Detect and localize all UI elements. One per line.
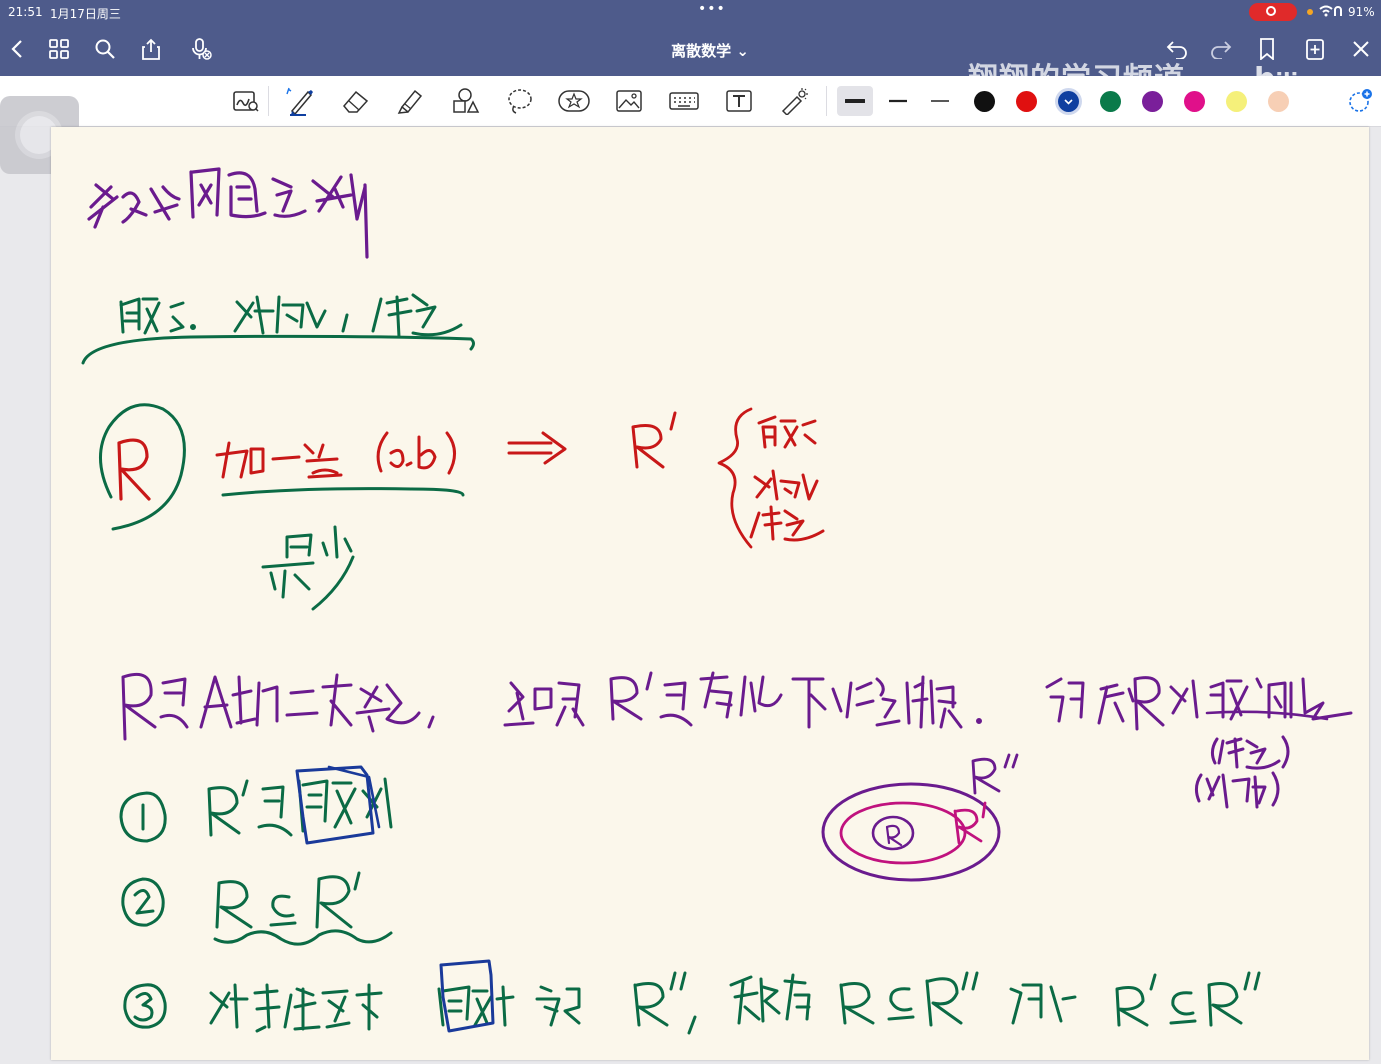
record-icon (1266, 6, 1276, 16)
sticker-icon (558, 90, 590, 112)
bookmark-button[interactable] (1250, 32, 1284, 66)
handwritten-heading-properties (81, 293, 475, 365)
shapes-tool[interactable] (447, 85, 483, 117)
highlighter-icon (397, 89, 423, 114)
redo-icon (1211, 41, 1232, 59)
status-date: 1月17日周三 (50, 7, 121, 21)
grid-view-button[interactable] (42, 32, 76, 66)
handwritten-closure-diagram (821, 753, 1019, 882)
search-button[interactable] (88, 32, 122, 66)
status-bar: 21:51 1月17日周三 ••• 91% (0, 0, 1381, 24)
grid-icon (49, 39, 69, 59)
handwritten-circled-r (99, 403, 186, 531)
color-swatch-yellow[interactable] (1226, 91, 1247, 112)
search-icon (95, 39, 115, 59)
add-color-button[interactable] (1342, 85, 1378, 117)
lasso-tool[interactable] (502, 85, 538, 117)
share-button[interactable] (134, 32, 168, 66)
keyboard-icon (669, 92, 699, 110)
handwritten-definition (121, 671, 1353, 809)
handwritten-title (87, 167, 369, 259)
eraser-icon (343, 90, 369, 113)
wifi-icon (1318, 4, 1346, 21)
handwritten-item-1 (119, 765, 393, 845)
battery-level: 91% (1348, 5, 1375, 19)
eraser-tool[interactable] (337, 85, 373, 117)
document-title[interactable]: 离散数学 ⌄ (620, 40, 800, 61)
back-button[interactable] (0, 32, 34, 66)
status-time: 21:51 (8, 5, 43, 19)
redo-button[interactable] (1204, 32, 1238, 66)
textbox-tool[interactable] (721, 85, 757, 117)
undo-icon (1166, 41, 1187, 59)
chevron-down-icon (1064, 99, 1073, 105)
highlighter-tool[interactable] (392, 85, 428, 117)
laser-pointer-icon (781, 88, 808, 115)
handwriting-layer (81, 167, 1353, 1035)
add-color-icon (1349, 89, 1372, 112)
toolbar-divider (826, 86, 827, 116)
handwritten-item-2 (121, 871, 393, 946)
color-swatch-green[interactable] (1100, 91, 1121, 112)
shapes-icon (453, 88, 480, 113)
lasso-icon (508, 89, 532, 114)
image-tool[interactable] (611, 85, 647, 117)
laser-pointer-tool[interactable] (776, 85, 812, 117)
sticker-tool[interactable] (556, 85, 592, 117)
stroke-width-thick[interactable] (837, 86, 873, 116)
microphone-icon (192, 38, 212, 60)
handwritten-minimal-note (221, 487, 465, 611)
keyboard-tool[interactable] (666, 85, 702, 117)
add-page-icon (1306, 39, 1324, 60)
color-swatch-black[interactable] (974, 91, 995, 112)
color-swatch-red[interactable] (1016, 91, 1037, 112)
document-nav-bar: 离散数学 ⌄ 翔翔的学习频道 bili (0, 24, 1381, 97)
color-swatch-magenta[interactable] (1184, 91, 1205, 112)
screen-recording-indicator[interactable] (1249, 3, 1297, 21)
textbox-icon (726, 90, 752, 112)
color-swatch-purple[interactable] (1142, 91, 1163, 112)
bookmark-icon (1260, 38, 1274, 60)
close-button[interactable] (1344, 32, 1378, 66)
handwritten-add-pairs (215, 407, 825, 549)
toolbar-divider (268, 86, 269, 116)
image-icon (616, 90, 642, 112)
undo-button[interactable] (1160, 32, 1194, 66)
pen-tool[interactable] (281, 85, 317, 117)
handwritten-item-3 (123, 959, 1261, 1035)
chevron-left-icon (11, 40, 22, 58)
handwriting-ocr-icon (233, 91, 259, 112)
add-page-button[interactable] (1298, 32, 1332, 66)
pen-icon (286, 87, 313, 116)
close-icon (1353, 41, 1369, 57)
stroke-width-thin[interactable] (922, 86, 958, 116)
note-page-canvas[interactable] (51, 127, 1369, 1060)
audio-record-button[interactable] (184, 32, 218, 66)
color-swatch-blue[interactable] (1058, 91, 1079, 112)
stroke-width-medium[interactable] (880, 86, 916, 116)
color-swatch-peach[interactable] (1268, 91, 1289, 112)
share-icon (142, 38, 160, 60)
handwriting-ocr-tool[interactable] (228, 85, 264, 117)
multitask-dots-icon[interactable]: ••• (698, 1, 726, 17)
mic-indicator-icon (1307, 9, 1313, 15)
drawing-toolbar (0, 76, 1381, 127)
